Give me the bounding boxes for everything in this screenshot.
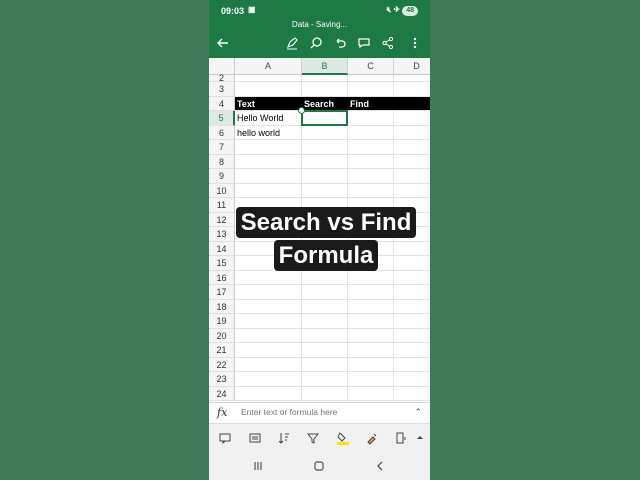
more-icon[interactable] xyxy=(407,35,423,51)
row-header-23[interactable]: 23 xyxy=(209,372,235,387)
filter-icon[interactable] xyxy=(305,430,321,446)
comment-icon[interactable] xyxy=(217,430,233,446)
grid-line xyxy=(235,327,430,329)
row-header-6[interactable]: 6 xyxy=(209,125,235,140)
row-header-10[interactable]: 10 xyxy=(209,183,235,198)
comment-icon[interactable] xyxy=(356,35,372,51)
grid-line xyxy=(235,284,430,285)
selected-cell[interactable] xyxy=(301,110,348,126)
cell-c4[interactable]: Find xyxy=(350,97,369,112)
document-title: Data - Saving... xyxy=(291,20,348,29)
status-bar: 09:03 ▣ 🔇︎✈ 48 xyxy=(209,0,430,22)
formula-bar: fx ⌃ xyxy=(209,402,430,424)
overlay-title-line2: Formula xyxy=(273,240,379,271)
cell-a5[interactable]: Hello World xyxy=(237,111,283,126)
grid-line xyxy=(235,197,430,198)
row-header-20[interactable]: 20 xyxy=(209,328,235,343)
grid-line xyxy=(235,81,430,82)
share-icon[interactable] xyxy=(380,35,396,51)
insert-column-icon[interactable] xyxy=(393,430,409,446)
overlay-title-line1: Search vs Find xyxy=(235,207,417,238)
column-header-c[interactable]: C xyxy=(348,58,394,75)
row-header-2[interactable]: 2 xyxy=(209,74,235,83)
grid-line xyxy=(235,182,430,184)
card-view-icon[interactable] xyxy=(247,430,263,446)
column-header-b[interactable]: B xyxy=(302,58,348,75)
grid-line xyxy=(235,298,430,300)
chevron-up-icon[interactable]: ⌃ xyxy=(414,407,422,418)
app-bar: Data - Saving... xyxy=(209,20,430,58)
row-header-8[interactable]: 8 xyxy=(209,154,235,169)
row-header-17[interactable]: 17 xyxy=(209,285,235,300)
grid-line xyxy=(235,168,430,169)
grid-line xyxy=(235,153,430,155)
status-icons: 🔇︎✈ 48 xyxy=(386,5,418,16)
selection-handle[interactable] xyxy=(298,107,305,114)
screen-record-icon: ▣ xyxy=(248,5,256,14)
row-header-22[interactable]: 22 xyxy=(209,357,235,372)
row-header-21[interactable]: 21 xyxy=(209,343,235,358)
cell-b4[interactable]: Search xyxy=(304,97,334,112)
cell-a6[interactable]: hello world xyxy=(237,126,280,141)
row-header-4[interactable]: 4 xyxy=(209,96,235,111)
title-overlay: Search vs Find Formula xyxy=(231,207,421,271)
row-header-16[interactable]: 16 xyxy=(209,270,235,285)
undo-icon[interactable] xyxy=(332,35,348,51)
sort-icon[interactable] xyxy=(276,430,292,446)
airplane-icon: ✈ xyxy=(393,5,403,14)
grid-line xyxy=(235,385,430,387)
formula-input[interactable] xyxy=(241,407,401,417)
row-header-7[interactable]: 7 xyxy=(209,140,235,155)
status-time: 09:03 xyxy=(221,6,245,16)
row-header-18[interactable]: 18 xyxy=(209,299,235,314)
draw-icon[interactable] xyxy=(284,35,300,51)
grid-line xyxy=(235,400,430,401)
fx-icon[interactable]: fx xyxy=(217,406,227,419)
mute-icon: 🔇︎ xyxy=(386,5,394,14)
back-icon[interactable] xyxy=(215,35,231,51)
fill-color-icon[interactable] xyxy=(335,430,351,446)
grid-line xyxy=(235,313,430,314)
row-header-19[interactable]: 19 xyxy=(209,314,235,329)
system-nav-bar xyxy=(209,451,430,480)
expand-icon[interactable] xyxy=(412,430,428,446)
column-header-d[interactable]: D xyxy=(394,58,430,75)
grid-line xyxy=(235,356,430,358)
row-header-9[interactable]: 9 xyxy=(209,169,235,184)
grid-line xyxy=(235,342,430,343)
battery-indicator: 48 xyxy=(402,6,418,16)
bottom-toolbar xyxy=(209,423,430,452)
cell-a4[interactable]: Text xyxy=(237,97,255,112)
back-icon[interactable] xyxy=(371,457,389,475)
search-icon[interactable] xyxy=(308,35,324,51)
format-painter-icon[interactable] xyxy=(364,430,380,446)
row-header-5[interactable]: 5 xyxy=(209,111,235,126)
row-header-24[interactable]: 24 xyxy=(209,386,235,401)
column-header-a[interactable]: A xyxy=(235,58,302,75)
recents-icon[interactable] xyxy=(249,457,267,475)
grid-line xyxy=(235,371,430,372)
home-icon[interactable] xyxy=(310,457,328,475)
row-header-3[interactable]: 3 xyxy=(209,82,235,97)
